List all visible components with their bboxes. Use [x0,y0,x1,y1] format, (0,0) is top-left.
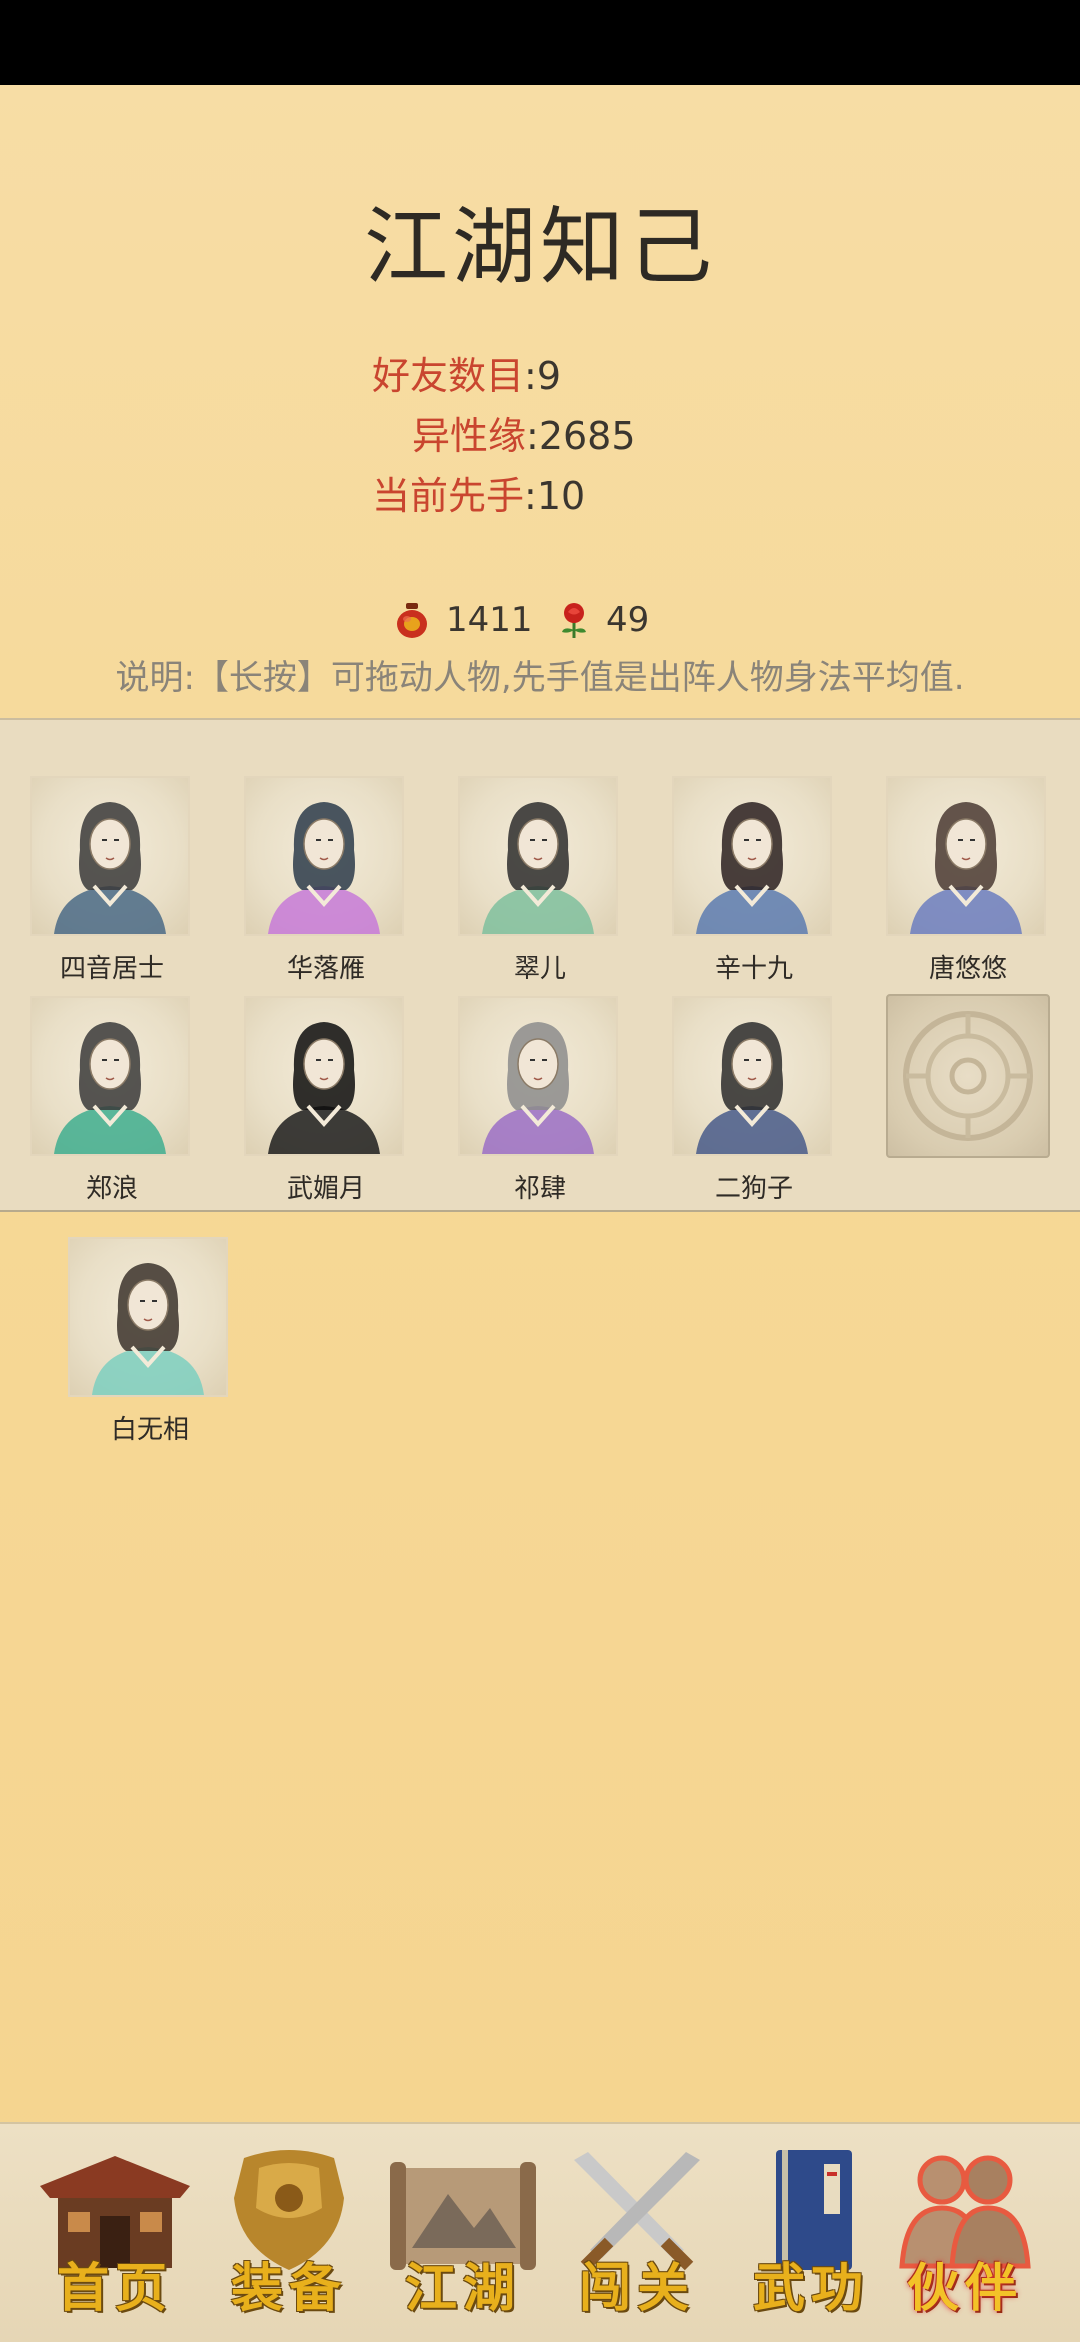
nav-label: 闯关 [578,2258,695,2319]
companion-portrait [672,996,832,1156]
portrait-figure [54,1022,166,1154]
portrait-figure [696,1022,808,1154]
nav-challenge[interactable]: 闯关 [552,2138,722,2328]
nav-companions[interactable]: 伙伴 [880,2138,1050,2328]
nav-label: 江湖 [404,2258,521,2319]
portrait-figure [268,1022,380,1154]
companion-portrait [244,776,404,936]
bottom-navigation: 首页 装备 江湖 闯关 武功 伙伴 [0,2122,1080,2342]
companion-card[interactable]: 唐悠悠 [886,776,1050,985]
portrait-figure [92,1263,204,1395]
companion-card[interactable]: 白无相 [68,1237,232,1446]
companion-name: 辛十九 [714,954,793,984]
nav-label: 装备 [230,2258,347,2319]
companion-portrait [30,996,190,1156]
rose-count: 49 [606,600,650,640]
instruction-note: 说明:【长按】可拖动人物,先手值是出阵人物身法平均值. [115,658,965,698]
currency-bar: 1411 49 [0,590,1080,650]
companion-name: 唐悠悠 [928,954,1007,984]
companion-name: 祁肆 [513,1174,566,1204]
companion-card[interactable]: 翠儿 [458,776,622,985]
nav-label: 首页 [56,2258,173,2319]
portrait-figure [268,802,380,934]
page-title: 江湖知己 [363,198,716,296]
companion-name: 武媚月 [286,1174,365,1204]
companion-card[interactable]: 郑浪 [30,996,194,1205]
stat-value: 10 [536,474,586,518]
nav-jianghu[interactable]: 江湖 [378,2138,548,2328]
companion-portrait [68,1237,228,1397]
portrait-figure [696,802,808,934]
portrait-figure [910,802,1022,934]
companion-name: 白无相 [110,1415,189,1445]
companion-name: 二狗子 [714,1174,793,1204]
currency-wine: 1411 [392,590,533,650]
companion-card[interactable]: 祁肆 [458,996,622,1205]
stat-charm: 异性缘:2685 [412,414,636,458]
stat-label: 当前先手 [372,474,525,518]
wine-count: 1411 [446,600,533,640]
companion-card[interactable]: 四音居士 [30,776,194,985]
slot-emblem-icon [903,1011,1033,1141]
stat-label: 异性缘 [412,414,527,458]
stat-initiative: 当前先手:10 [372,474,586,518]
currency-rose: 49 [556,590,649,650]
stat-friend-count: 好友数目:9 [372,354,562,398]
companion-portrait [672,776,832,936]
companion-card[interactable]: 华落雁 [244,776,408,985]
companion-portrait [458,996,618,1156]
rose-icon [562,603,586,638]
companion-card[interactable]: 武媚月 [244,996,408,1205]
nav-label: 伙伴 [906,2258,1023,2319]
companion-card[interactable]: 二狗子 [672,996,836,1205]
companion-name: 华落雁 [286,954,365,984]
companion-name: 翠儿 [513,954,566,984]
portrait-figure [54,802,166,934]
nav-label: 武功 [752,2258,869,2319]
companion-portrait [886,776,1046,936]
portrait-figure [482,1022,594,1154]
companion-name: 郑浪 [85,1174,138,1204]
status-bar [0,0,1080,85]
nav-martial-arts[interactable]: 武功 [726,2138,896,2328]
empty-team-slot[interactable] [886,994,1050,1158]
team-formation-panel: 四音居士 华落雁 翠儿 辛十九 唐悠悠 郑浪 武媚月 祁肆 二狗子 [0,718,1080,1212]
companion-portrait [30,776,190,936]
wine-jar-icon [397,603,427,638]
companion-portrait [458,776,618,936]
portrait-figure [482,802,594,934]
nav-equipment[interactable]: 装备 [204,2138,374,2328]
companion-portrait [244,996,404,1156]
stat-value: 2685 [538,414,636,458]
nav-home[interactable]: 首页 [30,2138,200,2328]
stat-label: 好友数目 [372,354,525,398]
companion-card[interactable]: 辛十九 [672,776,836,985]
stat-value: 9 [536,354,562,398]
companion-name: 四音居士 [59,954,164,984]
